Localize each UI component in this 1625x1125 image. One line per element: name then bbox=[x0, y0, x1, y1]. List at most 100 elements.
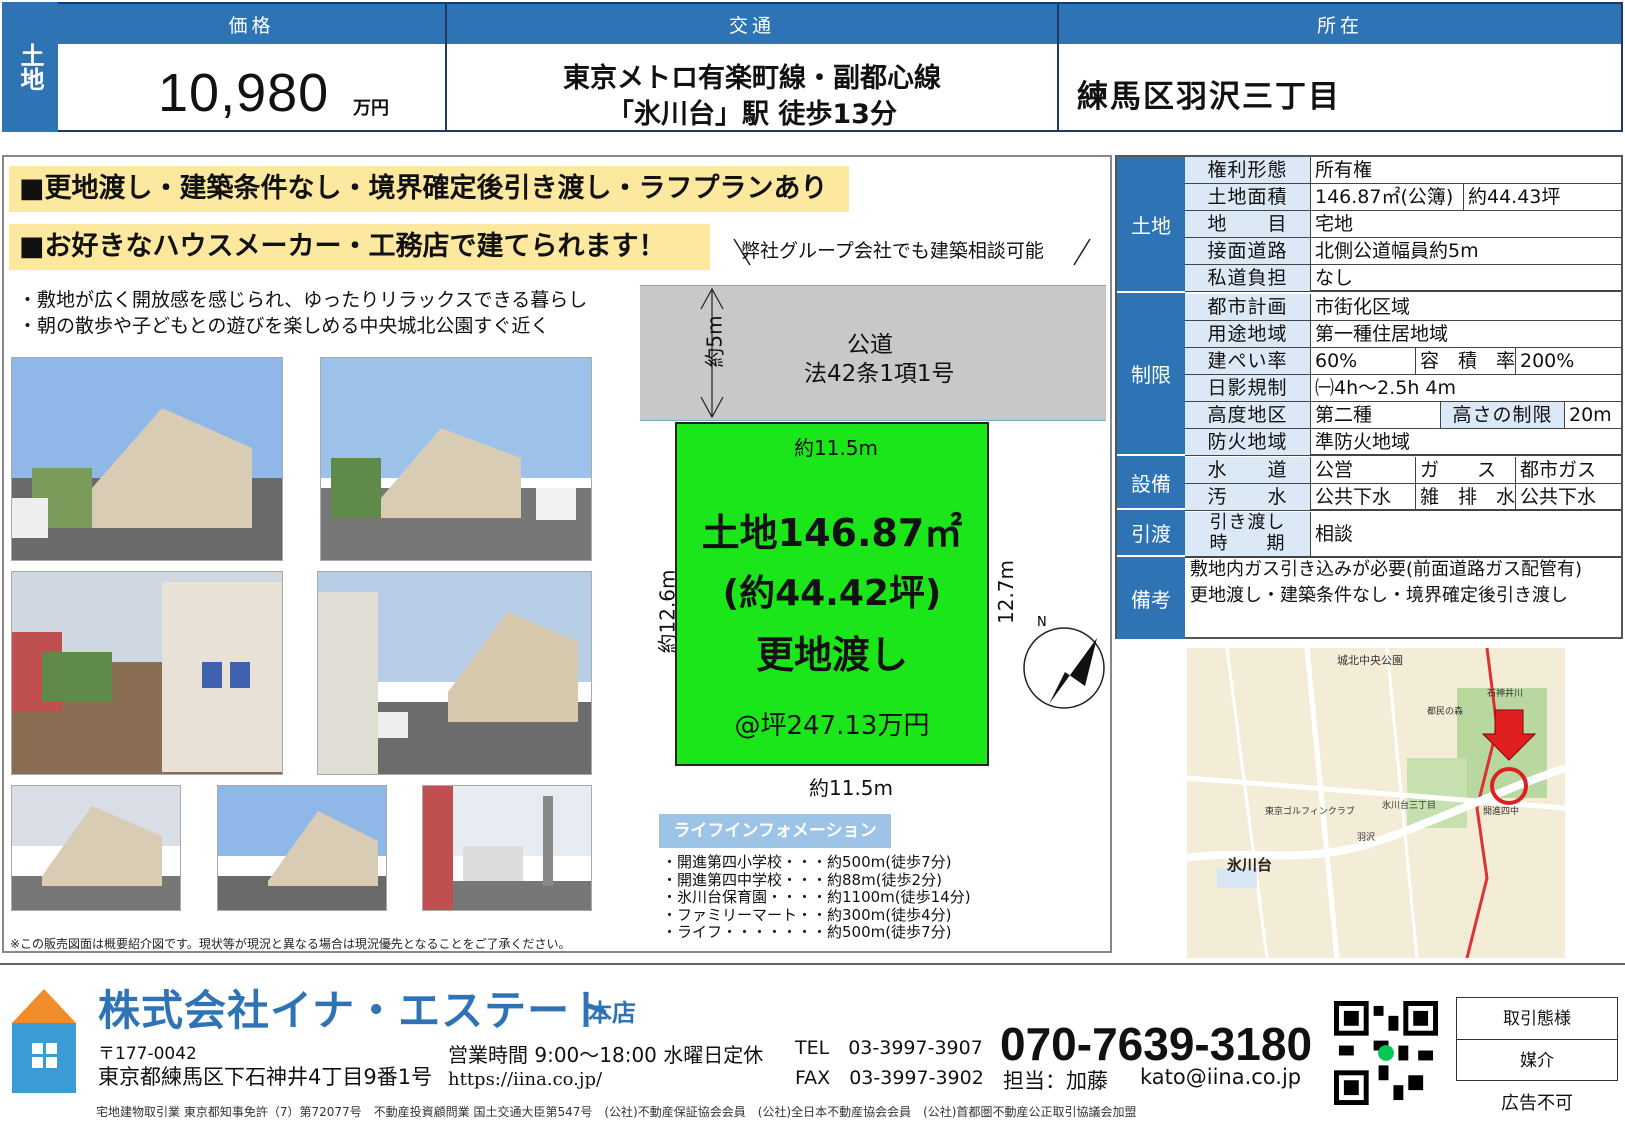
spec-label: 汚 水 bbox=[1185, 484, 1311, 510]
spec-label: 高さの制限 bbox=[1440, 402, 1565, 428]
price-cell: 価格 10,980 万円 bbox=[58, 2, 447, 132]
disclaimer: ※この販売図面は概要紹介図です。現状等が現況と異なる場合は現況優先となることをご… bbox=[10, 937, 571, 951]
spec-value: 公共下水 bbox=[1515, 484, 1596, 510]
north-arrow-icon: N bbox=[1023, 615, 1105, 709]
main-panel: ■更地渡し・建築条件なし・境界確定後引き渡し・ラフプランあり ■お好きなハウスメ… bbox=[2, 155, 1112, 953]
spec-value: 都市ガス bbox=[1515, 457, 1596, 483]
group-equip: 設備 bbox=[1117, 456, 1185, 510]
price-value: 10,980 bbox=[158, 63, 330, 123]
lot-tsubo: (約44.42坪) bbox=[722, 573, 942, 614]
spec-value: 市街化区域 bbox=[1315, 296, 1411, 318]
life-info-item: ・開進第四小学校・・・約500m(徒歩7分) bbox=[662, 853, 952, 871]
footer: 株式会社イナ・エステート 本店 〒177-0042 東京都練馬区下石神井4丁目9… bbox=[0, 963, 1625, 1125]
company-branch: 本店 bbox=[588, 999, 636, 1027]
spec-row-sewage: 汚 水 公共下水 雑 排 水 公共下水 bbox=[1185, 484, 1621, 511]
group-handover: 引渡 bbox=[1117, 510, 1185, 557]
lot-unit-price: @坪247.13万円 bbox=[734, 711, 930, 741]
timing-label-1: 引き渡し bbox=[1209, 512, 1286, 533]
spec-value: 相談 bbox=[1315, 523, 1354, 545]
road-width-label: 約5m bbox=[702, 315, 727, 368]
feature-banner-1: ■更地渡し・建築条件なし・境界確定後引き渡し・ラフプランあり bbox=[9, 166, 849, 212]
group-remarks: 備考 bbox=[1117, 557, 1185, 639]
spec-value: 200% bbox=[1515, 348, 1574, 374]
spec-row-area: 土地面積 146.87㎡(公簿) 約44.43坪 bbox=[1185, 184, 1621, 211]
spec-value: ㈠4h～2.5h 4m bbox=[1315, 377, 1457, 399]
qr-code-icon[interactable] bbox=[1334, 1001, 1438, 1105]
fax-number: FAX 03-3997-3902 bbox=[795, 1067, 984, 1089]
property-type-label: 土地 bbox=[16, 43, 44, 91]
spec-label: 引き渡し 時 期 bbox=[1185, 512, 1311, 556]
feature-bullets: ・敷地が広く開放感を感じられ、ゆったりリラックスできる暮らし ・朝の散歩や子ども… bbox=[18, 287, 587, 339]
spec-value: なし bbox=[1315, 267, 1354, 289]
north-label: N bbox=[1037, 615, 1047, 630]
location-cell: 所在 練馬区羽沢三丁目 bbox=[1059, 2, 1623, 132]
license-info: 宅地建物取引業 東京都知事免許（7）第72077号 不動産投資顧問業 国土交通大… bbox=[96, 1105, 1137, 1119]
company-url-link[interactable]: https://iina.co.jp/ bbox=[448, 1069, 602, 1090]
spec-row-road: 接面道路 北側公道幅員約5m bbox=[1185, 238, 1621, 265]
life-info-item: ・氷川台保育園・・・・約1100m(徒歩14分) bbox=[662, 888, 971, 906]
spec-value: 北側公道幅員約5m bbox=[1315, 240, 1479, 262]
bullet-item: ・敷地が広く開放感を感じられ、ゆったりリラックスできる暮らし bbox=[18, 289, 588, 311]
access-line: 東京メトロ有楽町線・副都心線 bbox=[563, 63, 941, 94]
spec-label: 防火地域 bbox=[1185, 429, 1311, 455]
trade-box: 取引態様 媒介 bbox=[1456, 997, 1618, 1081]
spec-label: 用途地域 bbox=[1185, 321, 1311, 347]
spec-label: 地 目 bbox=[1185, 211, 1311, 237]
spec-value: 約44.43坪 bbox=[1463, 184, 1560, 210]
access-cell: 交通 東京メトロ有楽町線・副都心線 「氷川台」駅 徒歩13分 bbox=[447, 2, 1059, 132]
location-address: 練馬区羽沢三丁目 bbox=[1077, 79, 1341, 115]
spec-label: ガ ス bbox=[1415, 457, 1515, 483]
business-hours: 営業時間 9:00～18:00 水曜日定休 bbox=[448, 1043, 764, 1067]
spec-row-category: 地 目 宅地 bbox=[1185, 211, 1621, 238]
life-info-item: ・ファミリーマート・・約300m(徒歩4分) bbox=[662, 905, 952, 924]
spec-value: 第一種住居地域 bbox=[1315, 323, 1449, 345]
price-unit: 万円 bbox=[353, 98, 389, 119]
spec-label: 日影規制 bbox=[1185, 375, 1311, 401]
access-station: 「氷川台」駅 徒歩13分 bbox=[607, 99, 897, 130]
spec-value: 60% bbox=[1315, 350, 1358, 372]
spec-row-private: 私道負担 なし bbox=[1185, 265, 1621, 292]
price-caption: 価格 bbox=[58, 4, 445, 44]
lot-area: 土地146.87㎡ bbox=[701, 511, 963, 555]
photo-thumb-1 bbox=[11, 785, 181, 911]
no-ad-label: 広告不可 bbox=[1501, 1093, 1573, 1114]
spec-value: 準防火地域 bbox=[1315, 431, 1411, 453]
spec-label: 私道負担 bbox=[1185, 265, 1311, 291]
spec-label: 容 積 率 bbox=[1415, 348, 1515, 374]
spec-row-timing: 引き渡し 時 期 相談 bbox=[1185, 512, 1621, 558]
svg-text:石神井川: 石神井川 bbox=[1487, 687, 1523, 699]
remark-line: 敷地内ガス引き込みが必要(前面道路ガス配管有) bbox=[1190, 559, 1583, 580]
header: 土地 価格 10,980 万円 交通 東京メトロ有楽町線・副都心線 「氷川台」駅… bbox=[0, 0, 1625, 134]
spec-label: 権利形態 bbox=[1185, 157, 1311, 183]
staff-name: 担当：加藤 bbox=[1003, 1069, 1108, 1093]
life-info-title: ライフインフォメーション bbox=[659, 814, 891, 848]
svg-text:羽沢: 羽沢 bbox=[1357, 831, 1375, 843]
tel-number: TEL 03-3997-3907 bbox=[795, 1037, 983, 1059]
svg-text:氷川台三丁目: 氷川台三丁目 bbox=[1382, 799, 1436, 811]
svg-text:開進四中: 開進四中 bbox=[1483, 805, 1519, 817]
spec-label: 雑 排 水 bbox=[1415, 484, 1515, 510]
trade-label: 取引態様 bbox=[1457, 998, 1617, 1040]
group-restrict: 制限 bbox=[1117, 293, 1185, 456]
property-type-badge: 土地 bbox=[2, 2, 58, 132]
spec-row-shadow: 日影規制 ㈠4h～2.5h 4m bbox=[1185, 375, 1621, 402]
contact-phone: 070-7639-3180 bbox=[1000, 1018, 1313, 1070]
group-land: 土地 bbox=[1117, 157, 1185, 293]
spec-value: 20m bbox=[1569, 404, 1612, 426]
spec-row-zone: 用途地域 第一種住居地域 bbox=[1185, 321, 1621, 348]
photo-vacant-lot bbox=[11, 571, 283, 775]
bullet-item: ・朝の散歩や子どもとの遊びを楽しめる中央城北公園すぐ近く bbox=[18, 315, 550, 337]
spec-value: 公共下水 bbox=[1315, 486, 1392, 508]
spec-value: 宅地 bbox=[1315, 213, 1354, 235]
spec-value: 146.87㎡(公簿) bbox=[1315, 186, 1454, 208]
remarks-text: 敷地内ガス引き込みが必要(前面道路ガス配管有) 更地渡し・建築条件なし・境界確定… bbox=[1190, 557, 1582, 609]
area-map: 城北中央公園 氷川台 開進四中 東京ゴルフィンクラブ 石神井川 氷川台三丁目 羽… bbox=[1187, 648, 1565, 958]
remark-line: 更地渡し・建築条件なし・境界確定後引き渡し bbox=[1190, 585, 1568, 606]
trade-value: 媒介 bbox=[1520, 1051, 1554, 1071]
lot-delivery: 更地渡し bbox=[755, 633, 908, 677]
photo-exterior-1 bbox=[11, 357, 283, 561]
svg-text:城北中央公園: 城北中央公園 bbox=[1337, 654, 1403, 667]
location-caption: 所在 bbox=[1059, 4, 1621, 44]
spec-label: 都市計画 bbox=[1185, 294, 1311, 320]
spec-row-rights: 権利形態 所有権 bbox=[1185, 157, 1621, 184]
